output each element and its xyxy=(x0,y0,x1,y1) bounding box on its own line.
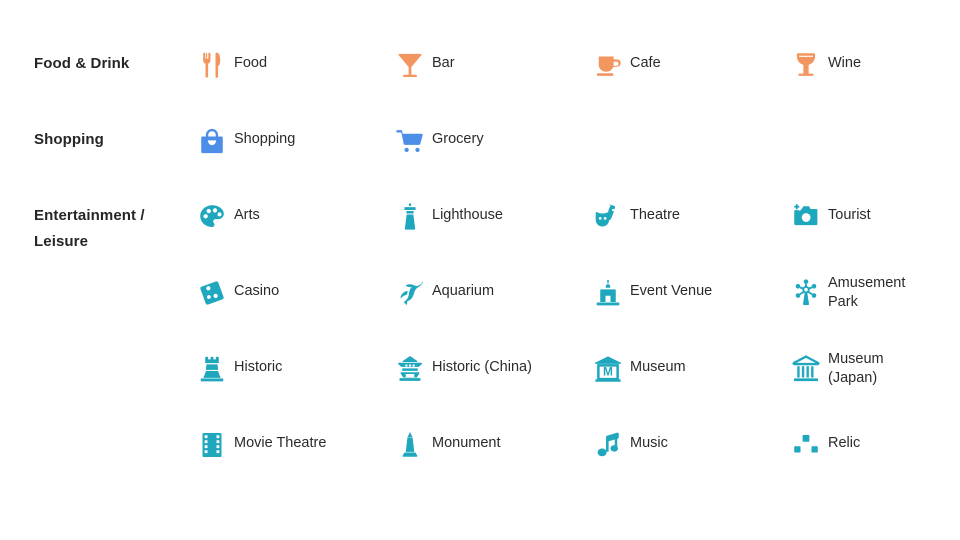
lighthouse-icon xyxy=(388,198,432,236)
legend-item-label: Cafe xyxy=(630,55,661,71)
legend-item-museum[interactable]: M Museum xyxy=(586,344,784,388)
label-line1: Museum xyxy=(828,351,884,367)
event-venue-icon xyxy=(586,274,630,312)
legend-item-label: Amusement Park xyxy=(828,274,905,312)
shopping-cart-icon xyxy=(388,122,432,160)
legend-item-label: Casino xyxy=(234,283,280,299)
category-cell-shopping: Shopping xyxy=(0,116,190,153)
legend-item-label: Wine xyxy=(828,55,862,71)
legend-item-relic[interactable]: Relic xyxy=(784,420,960,464)
category-cell-spacer xyxy=(0,268,190,279)
legend-item-label: Event Venue xyxy=(630,283,713,299)
castle-tower-icon xyxy=(190,350,234,388)
legend-item-aquarium[interactable]: Aquarium xyxy=(388,268,586,312)
legend-item-cafe[interactable]: Cafe xyxy=(586,40,784,84)
legend-item-label: Food xyxy=(234,55,268,71)
legend-item-label: Museum (Japan) xyxy=(828,350,884,388)
museum-m-icon: M xyxy=(586,350,630,388)
fork-knife-icon xyxy=(190,46,234,84)
legend-item-shopping[interactable]: Shopping xyxy=(190,116,388,160)
shopping-bag-icon xyxy=(190,122,234,160)
legend-item-label: Relic xyxy=(828,435,861,451)
legend-item-grocery[interactable]: Grocery xyxy=(388,116,586,160)
legend-item-museum-japan[interactable]: Museum (Japan) xyxy=(784,344,960,388)
film-strip-icon xyxy=(190,426,234,464)
label-line2: Park xyxy=(828,294,858,310)
category-cell-spacer xyxy=(0,344,190,355)
legend-item-food[interactable]: Food xyxy=(190,40,388,84)
legend-item-label: Historic (China) xyxy=(432,359,532,375)
legend-item-label: Museum xyxy=(630,359,686,375)
relic-blocks-icon xyxy=(784,426,828,464)
legend-item-label: Bar xyxy=(432,55,455,71)
legend-item-bar[interactable]: Bar xyxy=(388,40,586,84)
category-label-entertainment-line1: Entertainment / xyxy=(34,207,145,224)
legend-item-label: Theatre xyxy=(630,207,680,223)
legend-row-entertainment-4: Movie Theatre Monument Music Relic xyxy=(0,420,960,496)
legend-item-event-venue[interactable]: Event Venue xyxy=(586,268,784,312)
legend-item-casino[interactable]: Casino xyxy=(190,268,388,312)
legend-item-wine[interactable]: Wine xyxy=(784,40,960,84)
legend-item-amusement-park[interactable]: Amusement Park xyxy=(784,268,960,312)
legend-item-historic-china[interactable]: Historic (China) xyxy=(388,344,586,388)
legend-row-food-drink: Food & Drink Food Bar Cafe Wine xyxy=(0,40,960,116)
category-label-food-drink: Food & Drink xyxy=(34,55,130,72)
legend-grid: Food & Drink Food Bar Cafe Wine Shopping… xyxy=(0,40,960,496)
legend-row-entertainment-2: Casino Aquarium Event Venue Amusement Pa… xyxy=(0,268,960,344)
icon-legend-sheet: Food & Drink Food Bar Cafe Wine Shopping… xyxy=(0,0,960,540)
legend-item-label: Grocery xyxy=(432,131,484,147)
category-cell-spacer xyxy=(0,420,190,431)
legend-item-label: Shopping xyxy=(234,131,296,147)
music-note-icon xyxy=(586,426,630,464)
legend-row-entertainment-1: Entertainment / Leisure Arts Lighthouse … xyxy=(0,192,960,268)
svg-text:M: M xyxy=(603,364,613,378)
legend-item-historic[interactable]: Historic xyxy=(190,344,388,388)
legend-item-movie-theatre[interactable]: Movie Theatre xyxy=(190,420,388,464)
legend-item-lighthouse[interactable]: Lighthouse xyxy=(388,192,586,236)
legend-item-label: Historic xyxy=(234,359,283,375)
ferris-wheel-icon xyxy=(784,274,828,312)
dice-icon xyxy=(190,274,234,312)
pagoda-icon xyxy=(388,350,432,388)
category-label-shopping: Shopping xyxy=(34,131,104,148)
legend-item-monument[interactable]: Monument xyxy=(388,420,586,464)
legend-item-tourist[interactable]: Tourist xyxy=(784,192,960,236)
palette-icon xyxy=(190,198,234,236)
category-cell-food-drink: Food & Drink xyxy=(0,40,190,77)
legend-item-label: Monument xyxy=(432,435,501,451)
label-line1: Amusement xyxy=(828,275,906,291)
wine-glass-icon xyxy=(784,46,828,84)
category-label-entertainment-line2: Leisure xyxy=(34,232,89,250)
museum-columns-icon xyxy=(784,350,828,388)
legend-item-label: Movie Theatre xyxy=(234,435,327,451)
legend-item-theatre[interactable]: Theatre xyxy=(586,192,784,236)
legend-item-label: Lighthouse xyxy=(432,207,503,223)
camera-icon xyxy=(784,198,828,236)
coffee-cup-icon xyxy=(586,46,630,84)
category-cell-entertainment: Entertainment / Leisure xyxy=(0,192,190,254)
legend-item-label: Music xyxy=(630,435,668,451)
legend-item-music[interactable]: Music xyxy=(586,420,784,464)
monument-icon xyxy=(388,426,432,464)
legend-row-entertainment-3: Historic Historic (China) M Museum Museu… xyxy=(0,344,960,420)
legend-item-arts[interactable]: Arts xyxy=(190,192,388,236)
legend-item-label: Aquarium xyxy=(432,283,495,299)
legend-item-label: Tourist xyxy=(828,207,871,223)
theatre-masks-icon xyxy=(586,198,630,236)
legend-row-shopping: Shopping Shopping Grocery xyxy=(0,116,960,192)
legend-item-label: Arts xyxy=(234,207,260,223)
cocktail-glass-icon xyxy=(388,46,432,84)
label-line2: (Japan) xyxy=(828,370,878,386)
dolphin-icon xyxy=(388,274,432,312)
